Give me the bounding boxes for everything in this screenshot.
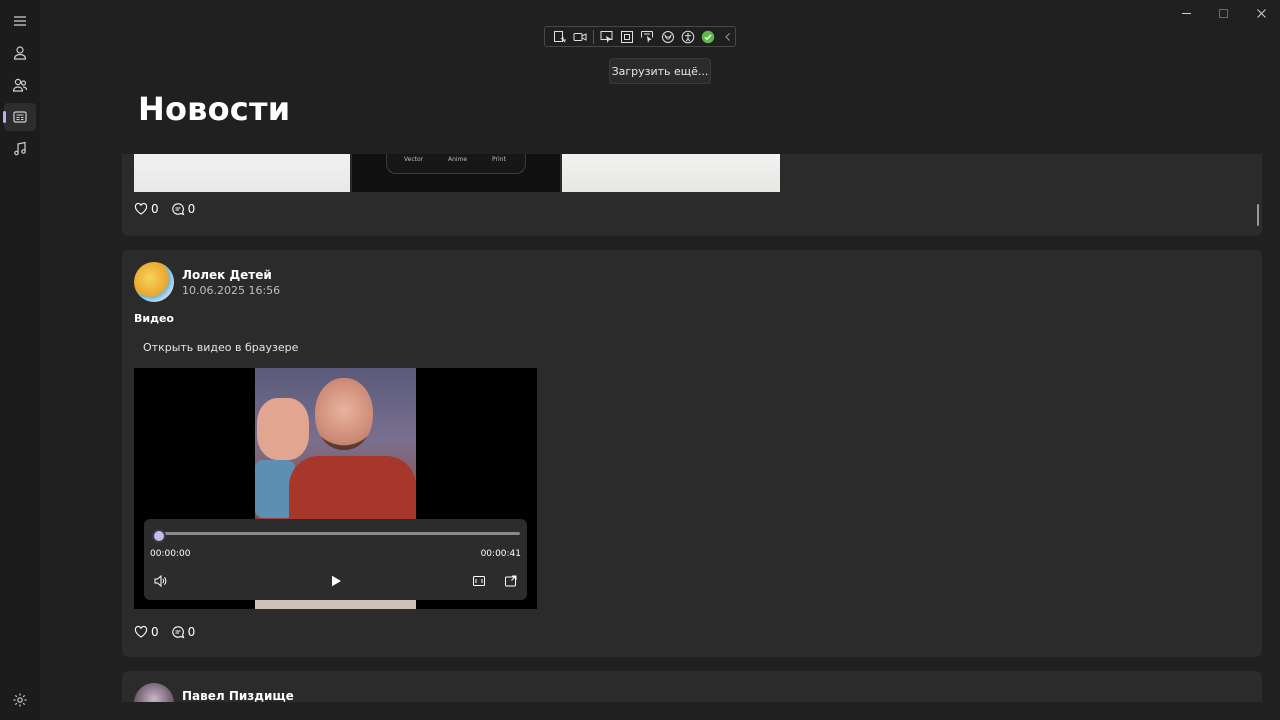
edit-select-icon	[554, 30, 567, 42]
comment-count: 0	[187, 625, 196, 639]
post-card: Лолек Детей 10.06.2025 16:56 Видео Откры…	[122, 250, 1262, 657]
load-more-tooltip: Загрузить ещё...	[609, 58, 711, 84]
like-button[interactable]: 0	[134, 625, 159, 639]
news-icon	[13, 111, 27, 123]
nav-item-friends[interactable]	[4, 71, 36, 99]
volume-button[interactable]	[152, 573, 168, 589]
person-icon	[13, 46, 27, 60]
like-count: 0	[151, 625, 159, 639]
comment-button[interactable]: 0	[171, 625, 196, 639]
minimize-icon	[1181, 12, 1191, 14]
record-button[interactable]	[573, 29, 587, 45]
nav-rail	[0, 0, 40, 720]
frame-button[interactable]	[620, 29, 634, 45]
camera-icon	[573, 32, 587, 41]
feed-scrollbar[interactable]	[1257, 204, 1259, 226]
avatar[interactable]	[134, 262, 174, 302]
pointer-button[interactable]	[600, 29, 614, 45]
pointer-icon	[600, 30, 613, 43]
nav-item-news[interactable]	[3, 103, 36, 131]
video-content	[289, 456, 416, 526]
fullscreen-button[interactable]	[503, 573, 519, 589]
seek-bar[interactable]	[154, 532, 520, 535]
maximize-icon	[1218, 8, 1228, 18]
volume-icon	[154, 574, 167, 588]
nav-item-music[interactable]	[4, 135, 36, 163]
image-label: Anime	[448, 156, 468, 163]
nav-item-profile[interactable]	[4, 39, 36, 67]
comment-button[interactable]: 0	[171, 202, 196, 216]
minimize-button[interactable]	[1168, 0, 1204, 26]
debug-toolbar	[544, 26, 736, 47]
image-label: Print	[492, 156, 506, 163]
news-feed: Vector Anime Print 0 0 Лолек Детей 10.06…	[122, 154, 1262, 702]
like-button[interactable]: 0	[134, 202, 159, 216]
video-controls: 00:00:00 00:00:41	[144, 519, 527, 600]
accessibility-icon	[681, 30, 694, 43]
like-count: 0	[151, 202, 159, 216]
element-select-button[interactable]	[640, 29, 654, 45]
settings-button[interactable]	[4, 686, 36, 714]
post-reactions: 0 0	[134, 202, 207, 216]
status-check	[701, 29, 715, 45]
hamburger-icon	[14, 16, 26, 26]
toolbar-separator	[593, 29, 595, 44]
edit-select-button[interactable]	[553, 29, 567, 45]
post-author[interactable]: Павел Пиздище	[182, 689, 294, 702]
gear-icon	[13, 693, 27, 707]
post-date: 10.06.2025 16:56	[182, 284, 281, 297]
collapse-toolbar-button[interactable]	[721, 29, 735, 45]
post-image[interactable]	[562, 154, 780, 192]
play-button[interactable]	[328, 573, 344, 589]
heart-icon	[134, 625, 148, 638]
post-card: Павел Пиздище	[122, 671, 1262, 702]
comment-count: 0	[187, 202, 196, 216]
video-player[interactable]: 00:00:00 00:00:41	[134, 368, 537, 609]
post-card: Vector Anime Print 0 0	[122, 154, 1262, 236]
check-icon	[701, 30, 715, 43]
accessibility-button[interactable]	[681, 29, 695, 45]
maximize-button[interactable]	[1205, 0, 1241, 26]
image-label: Vector	[404, 156, 424, 163]
fullscreen-icon	[505, 575, 517, 587]
frame-icon	[621, 30, 634, 43]
aspect-ratio-button[interactable]	[471, 573, 487, 589]
comment-icon	[171, 626, 185, 639]
close-button[interactable]	[1243, 0, 1279, 26]
page-title: Новости	[138, 90, 291, 128]
play-icon	[332, 575, 341, 587]
post-author[interactable]: Лолек Детей	[182, 268, 272, 282]
post-image-gallery: Vector Anime Print	[134, 154, 780, 192]
video-content	[315, 378, 373, 450]
post-image[interactable]	[134, 154, 350, 192]
layout-icon	[661, 30, 674, 43]
seek-thumb[interactable]	[152, 529, 166, 543]
video-content	[257, 398, 309, 460]
app-window: Загрузить ещё... Новости Vector Anime Pr…	[0, 0, 1280, 720]
hamburger-menu-button[interactable]	[4, 7, 36, 35]
chevron-left-icon	[725, 32, 730, 41]
heart-icon	[134, 202, 148, 215]
comment-icon	[171, 203, 185, 216]
close-icon	[1256, 8, 1266, 18]
open-video-in-browser-button[interactable]: Открыть видео в браузере	[134, 336, 307, 358]
people-icon	[12, 78, 28, 92]
layout-button[interactable]	[661, 29, 675, 45]
duration: 00:00:41	[480, 549, 521, 559]
post-title: Видео	[134, 312, 174, 325]
post-reactions: 0 0	[134, 625, 207, 639]
element-select-icon	[641, 30, 654, 43]
avatar[interactable]	[134, 683, 174, 702]
music-icon	[14, 141, 26, 156]
aspect-ratio-icon	[473, 576, 485, 586]
post-image[interactable]: Vector Anime Print	[352, 154, 560, 192]
current-time: 00:00:00	[150, 549, 191, 559]
